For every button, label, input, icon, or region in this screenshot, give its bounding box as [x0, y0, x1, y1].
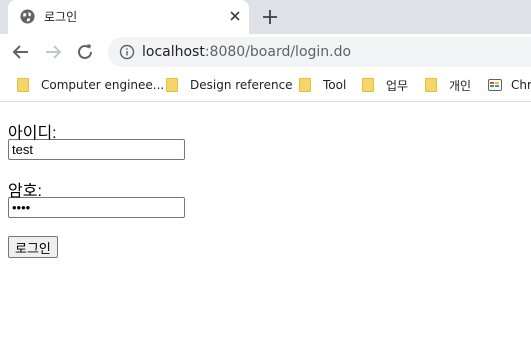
folder-icon — [299, 78, 311, 92]
tab-strip: 로그인 — [0, 0, 531, 34]
password-input[interactable] — [8, 197, 185, 218]
password-label: 암호: — [8, 183, 42, 200]
apps-icon — [488, 79, 502, 91]
reload-icon[interactable] — [74, 41, 96, 63]
close-icon[interactable] — [227, 8, 243, 24]
bookmark-work[interactable]: 업무 — [362, 76, 408, 94]
login-button[interactable]: 로그인 — [8, 236, 58, 258]
folder-icon — [362, 78, 374, 92]
back-arrow-icon[interactable] — [10, 41, 32, 63]
address-bar[interactable]: localhost:8080/board/login.do — [108, 37, 531, 67]
browser-toolbar: localhost:8080/board/login.do — [0, 34, 531, 70]
tab-title: 로그인 — [44, 10, 78, 24]
id-label: 아이디: — [8, 125, 57, 142]
bookmark-tool[interactable]: Tool — [299, 76, 346, 94]
folder-icon — [166, 78, 178, 92]
bookmark-design-reference[interactable]: Design reference — [166, 76, 293, 94]
browser-tab[interactable]: 로그인 — [8, 0, 249, 34]
bookmark-label: Chr — [511, 78, 531, 92]
bookmark-computer-engineering[interactable]: Computer enginee... — [17, 76, 164, 94]
folder-icon — [17, 78, 29, 92]
bookmark-label: Design reference — [190, 78, 293, 92]
new-tab-icon[interactable] — [261, 8, 279, 26]
bookmark-label: Tool — [323, 78, 347, 92]
bookmark-label: 개인 — [449, 78, 472, 93]
forward-arrow-icon[interactable] — [42, 41, 64, 63]
id-input[interactable] — [8, 139, 185, 160]
login-form: 아이디: 암호: 로그인 — [8, 119, 185, 258]
bookmark-personal[interactable]: 개인 — [425, 76, 471, 94]
url-path: :8080/board/login.do — [204, 44, 352, 60]
globe-icon — [20, 9, 35, 24]
bookmark-label: 업무 — [386, 78, 409, 93]
bookmark-label: Computer enginee... — [41, 78, 165, 92]
info-icon[interactable] — [119, 44, 135, 60]
bookmark-chrome-apps[interactable]: Chr — [488, 76, 531, 94]
url-host: localhost — [142, 44, 205, 60]
bookmarks-bar: Computer enginee... Design reference Too… — [0, 70, 531, 102]
url-text: localhost:8080/board/login.do — [142, 44, 351, 60]
folder-icon — [425, 78, 437, 92]
